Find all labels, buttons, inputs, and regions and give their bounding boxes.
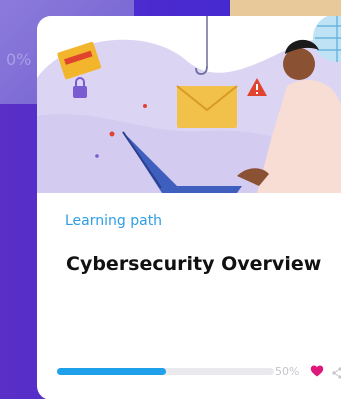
progress-percentage: 50% xyxy=(275,365,300,378)
share-icon[interactable] xyxy=(332,364,341,379)
progress-bar xyxy=(57,368,274,375)
progress-bar-fill xyxy=(57,368,166,375)
card-title[interactable]: Cybersecurity Overview xyxy=(66,253,321,275)
background-card-thumbnail xyxy=(230,0,341,16)
background-card-progress-text: 0% xyxy=(6,50,32,69)
course-card[interactable]: Learning path Cybersecurity Overview 50% xyxy=(37,16,341,399)
card-type-label: Learning path xyxy=(65,213,163,229)
course-illustration xyxy=(37,16,341,193)
heart-icon[interactable] xyxy=(310,363,324,377)
